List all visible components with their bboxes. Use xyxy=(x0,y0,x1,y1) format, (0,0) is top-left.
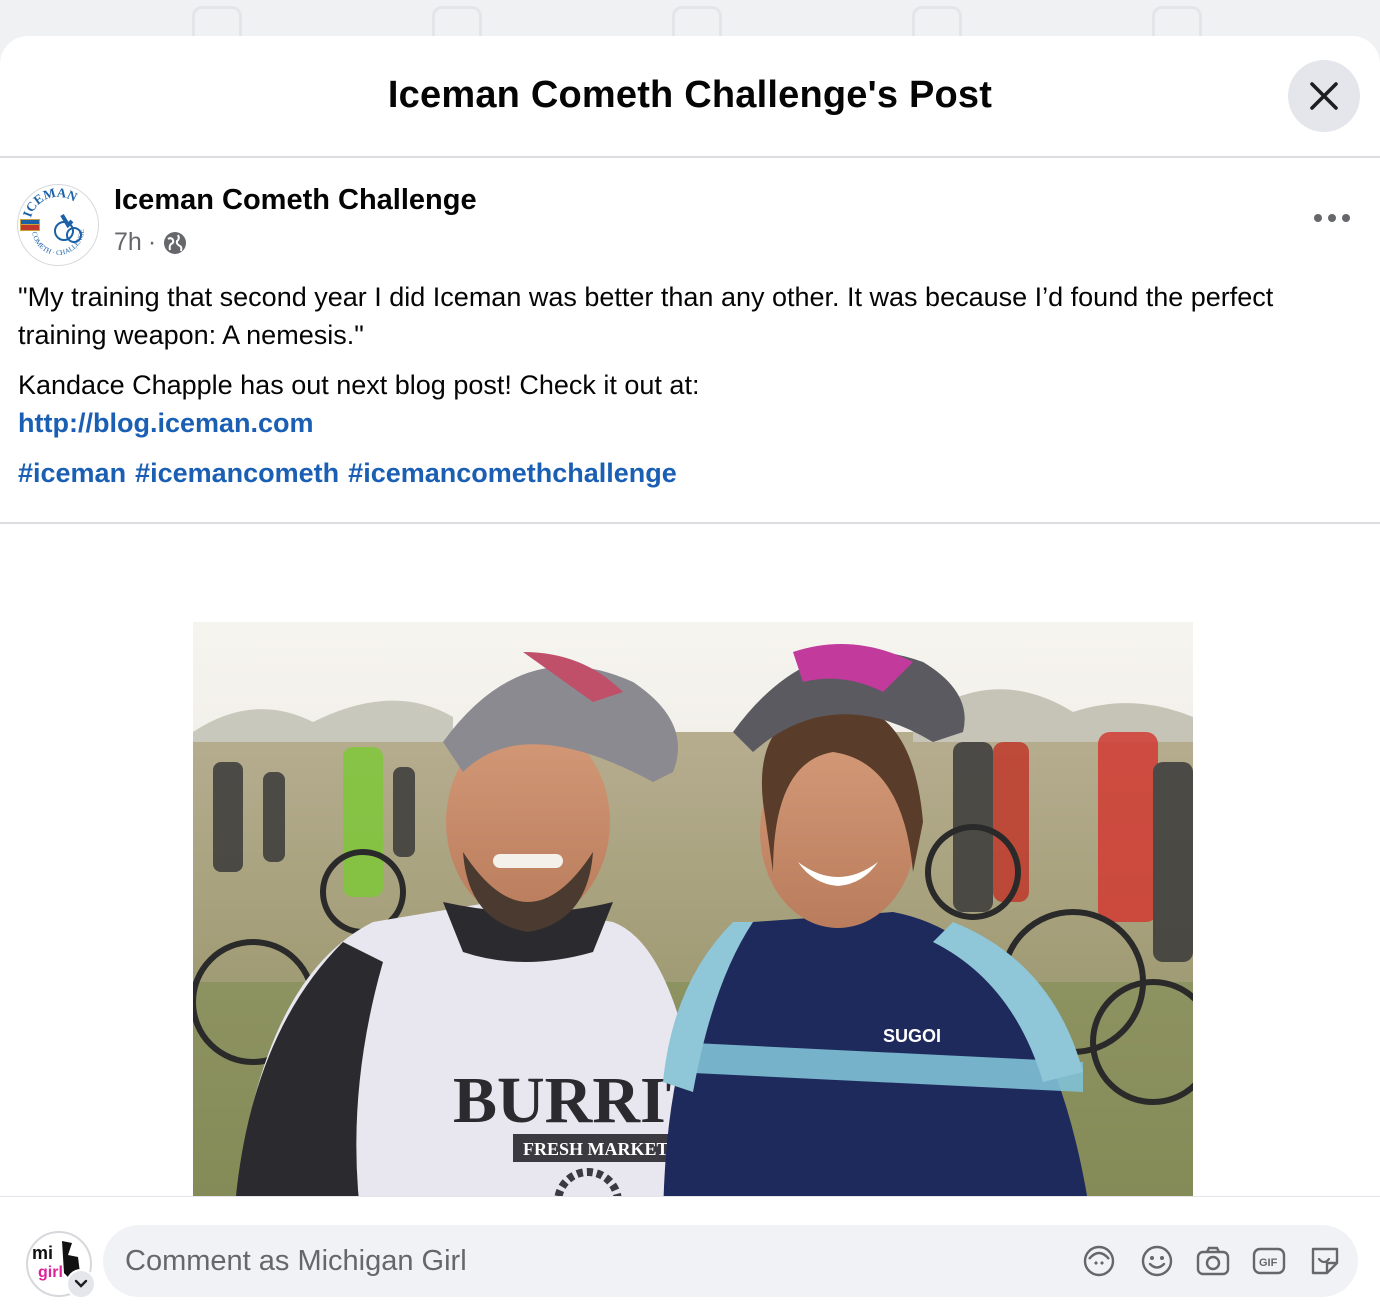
post-photo[interactable]: BURRITT FRESH MARKETS SUGOI xyxy=(193,622,1193,1234)
chevron-down-icon xyxy=(74,1279,88,1288)
hashtags: #iceman #icemancometh #icemancomethchallen… xyxy=(18,454,1363,492)
more-icon xyxy=(1314,214,1350,222)
flag-icon xyxy=(432,6,482,39)
svg-text:girl: girl xyxy=(38,1264,63,1281)
gif-label: GIF xyxy=(1259,1257,1278,1269)
more-options-button[interactable] xyxy=(1310,208,1354,228)
post-divider xyxy=(0,522,1380,524)
post-time[interactable]: 7h xyxy=(114,228,142,257)
background-nav xyxy=(0,0,1380,39)
globe-icon[interactable] xyxy=(162,230,188,256)
cyclists-photo: BURRITT FRESH MARKETS SUGOI xyxy=(193,622,1193,1234)
post-author[interactable]: Iceman Cometh Challenge xyxy=(114,184,477,217)
chart-icon xyxy=(672,6,722,39)
post-body: "My training that second year I did Icem… xyxy=(18,278,1363,492)
comment-composer: mi girl Comment as Michigan Girl GIF xyxy=(0,1196,1380,1306)
hashtag[interactable]: #iceman xyxy=(18,458,126,488)
avatar-sticker-icon[interactable] xyxy=(1081,1243,1117,1279)
post-meta: 7h · xyxy=(114,228,188,257)
post-link[interactable]: http://blog.iceman.com xyxy=(18,404,1363,442)
post-quote: "My training that second year I did Icem… xyxy=(18,282,1274,350)
sticker-icon[interactable] xyxy=(1307,1243,1343,1279)
video-icon xyxy=(1152,6,1202,39)
post-text: Kandace Chapple has out next blog post! … xyxy=(18,370,700,400)
jersey-brand-text: SUGOI xyxy=(883,1026,941,1046)
modal-header: Iceman Cometh Challenge's Post xyxy=(0,36,1380,158)
megaphone-icon xyxy=(912,6,962,39)
svg-text:FRESH MARKETS: FRESH MARKETS xyxy=(523,1139,679,1159)
close-icon xyxy=(1310,82,1338,110)
comment-placeholder: Comment as Michigan Girl xyxy=(125,1245,467,1277)
svg-text:mi: mi xyxy=(32,1243,53,1263)
home-icon xyxy=(192,6,242,39)
emoji-icon[interactable] xyxy=(1139,1243,1175,1279)
post-header: ICEMAN COMETH · CHALLENGE Iceman Cometh … xyxy=(0,158,1380,268)
switch-profile-button[interactable] xyxy=(66,1269,96,1299)
hashtag[interactable]: #icemancomethchallenge xyxy=(348,458,677,488)
gif-icon[interactable]: GIF xyxy=(1251,1243,1287,1279)
iceman-logo-icon: ICEMAN COMETH · CHALLENGE xyxy=(19,185,96,263)
meta-separator: · xyxy=(147,228,157,256)
page-avatar[interactable]: ICEMAN COMETH · CHALLENGE xyxy=(17,184,99,266)
camera-icon[interactable] xyxy=(1195,1243,1231,1279)
post-modal: Iceman Cometh Challenge's Post ICEMAN CO… xyxy=(0,36,1380,1306)
hashtag[interactable]: #icemancometh xyxy=(135,458,339,488)
close-button[interactable] xyxy=(1288,60,1360,132)
modal-title: Iceman Cometh Challenge's Post xyxy=(387,74,993,116)
comment-input[interactable]: Comment as Michigan Girl GIF xyxy=(103,1225,1358,1297)
